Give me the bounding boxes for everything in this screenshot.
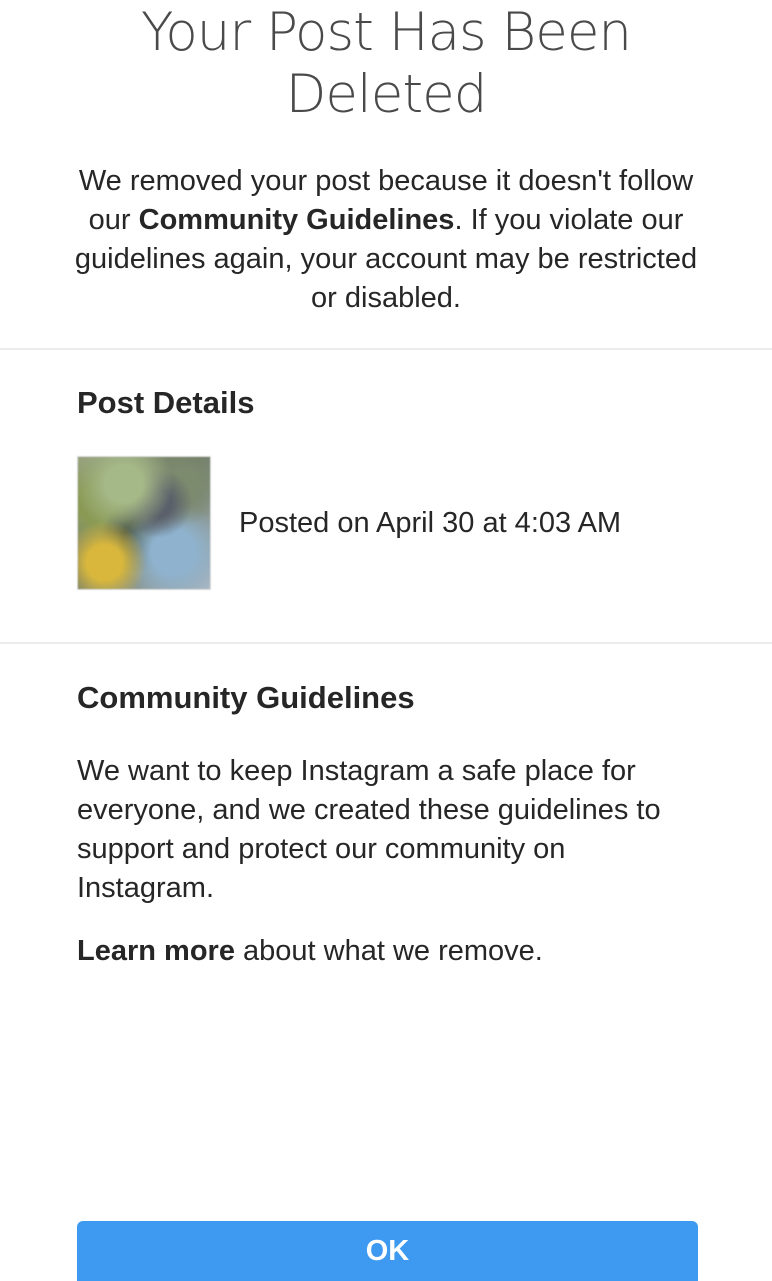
post-row: Posted on April 30 at 4:03 AM [77,456,695,590]
learn-more-text: Learn more about what we remove. [77,932,695,971]
post-deleted-screen: Your Post Has Been Deleted We removed yo… [0,0,772,1281]
guidelines-body-text: We want to keep Instagram a safe place f… [77,755,661,904]
community-guidelines-heading: Community Guidelines [77,680,415,715]
intro-text: We removed your post because it doesn't … [66,162,706,318]
posted-on-text: Posted on April 30 at 4:03 AM [239,507,622,539]
post-details-section: Post Details Posted on April 30 at 4:03 … [0,350,772,590]
header: Your Post Has Been Deleted We removed yo… [0,0,772,318]
learn-more-link[interactable]: Learn more [77,935,235,967]
post-thumbnail [77,456,211,590]
ok-button-container: OK [77,1221,698,1281]
community-guidelines-section: Community Guidelines We want to keep Ins… [0,644,772,971]
learn-more-rest: about what we remove. [234,935,543,967]
community-guidelines-link[interactable]: Community Guidelines [139,204,455,236]
post-details-heading: Post Details [77,385,255,420]
ok-button[interactable]: OK [77,1221,698,1281]
page-title: Your Post Has Been Deleted [140,2,632,125]
